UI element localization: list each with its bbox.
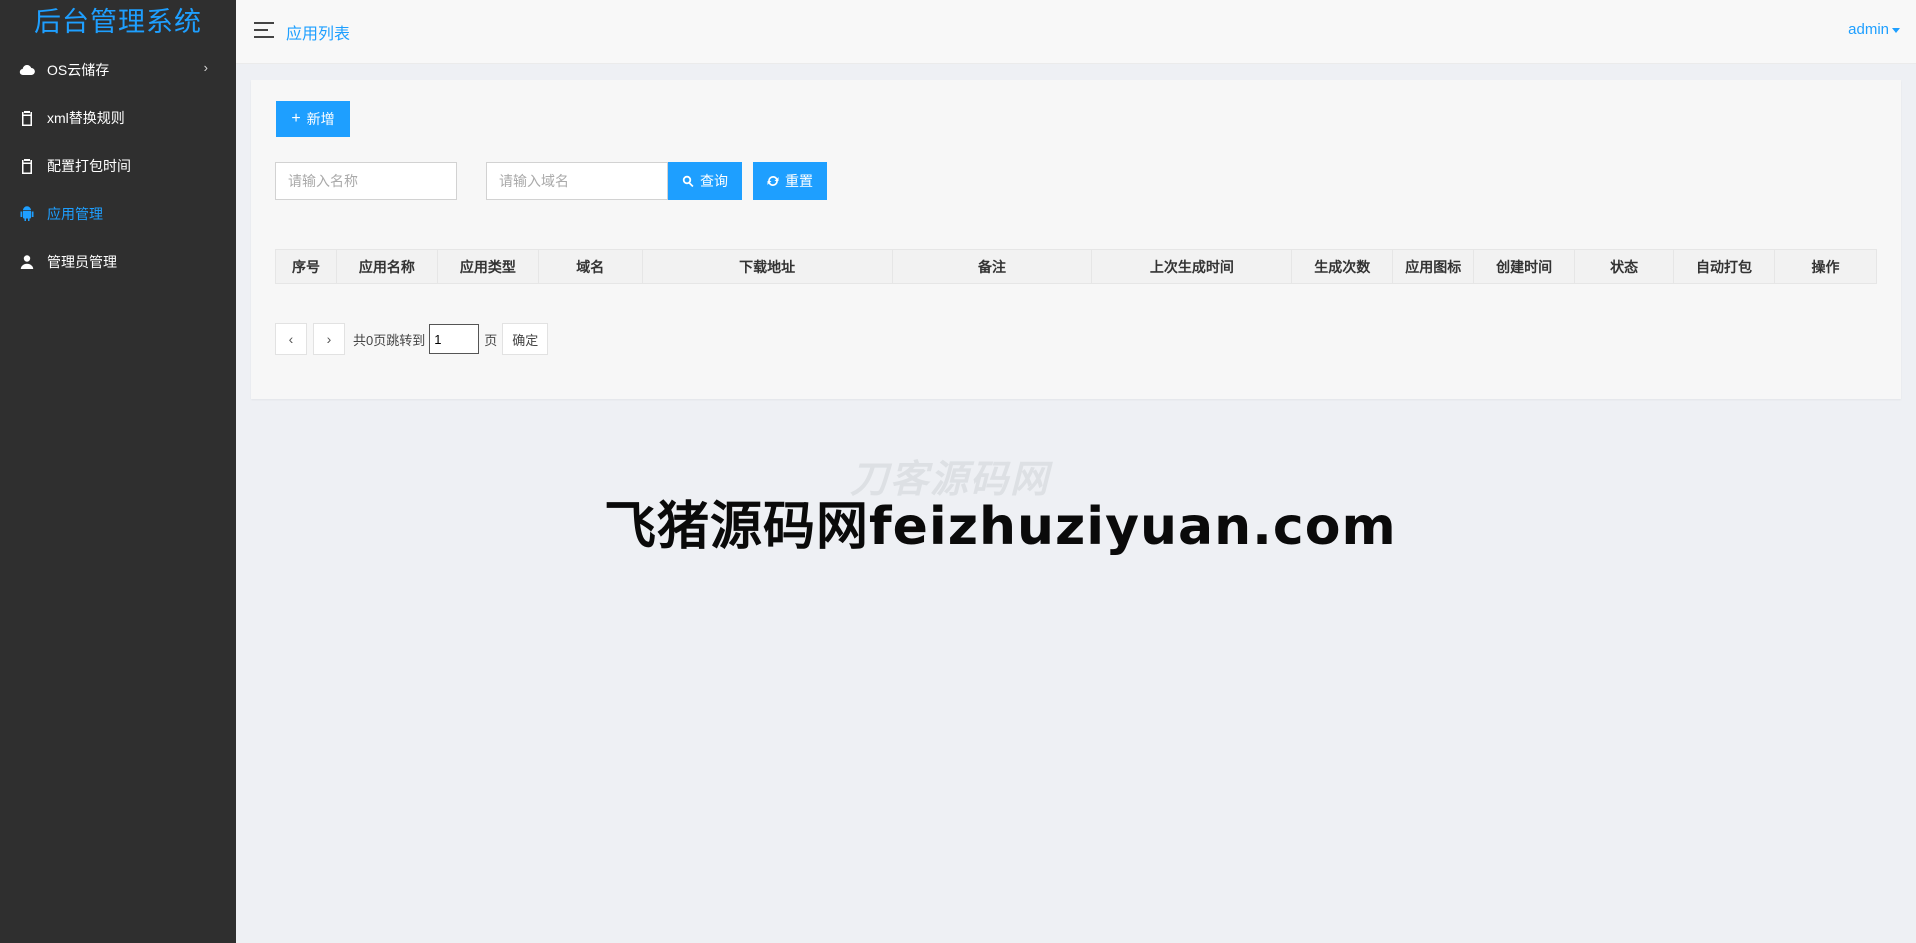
sidebar-item-label: 配置打包时间 — [47, 158, 131, 174]
sidebar-item-label: xml替换规则 — [47, 110, 125, 126]
sidebar-item-admin-management[interactable]: 管理员管理 — [0, 238, 236, 286]
sidebar-nav: OS云储存 › xml替换规则 配置打包时间 应用管理 管理员管理 — [0, 46, 236, 286]
add-button-label: 新增 — [306, 111, 335, 127]
name-search-input[interactable] — [275, 162, 457, 200]
search-button-label: 查询 — [700, 173, 728, 189]
column-header[interactable]: 备注 — [891, 249, 1093, 284]
column-header[interactable]: 状态 — [1574, 249, 1675, 284]
chevron-right-icon: › — [203, 60, 208, 75]
sidebar-item-os-storage[interactable]: OS云储存 › — [0, 46, 236, 94]
user-icon — [19, 254, 35, 270]
domain-search-input[interactable] — [486, 162, 668, 200]
table-header-row: 序号 应用名称 应用类型 域名 下载地址 备注 上次生成时间 生成次数 应用图标… — [275, 249, 1878, 284]
caret-down-icon — [1892, 27, 1900, 33]
user-menu[interactable]: admin — [1848, 21, 1900, 38]
column-header[interactable]: 应用名称 — [335, 249, 438, 284]
sidebar-item-label: 管理员管理 — [47, 254, 117, 270]
column-header[interactable]: 应用类型 — [436, 249, 539, 284]
prev-page-button[interactable]: ‹ — [275, 323, 307, 355]
sidebar-item-pack-time[interactable]: 配置打包时间 — [0, 142, 236, 190]
sidebar-item-xml-rules[interactable]: xml替换规则 — [0, 94, 236, 142]
column-header[interactable]: 序号 — [275, 249, 337, 284]
sidebar: 后台管理系统 OS云储存 › xml替换规则 配置打包时间 应用管理 管理员管理 — [0, 0, 236, 943]
plus-icon: + — [291, 110, 301, 127]
clipboard-icon — [19, 110, 35, 126]
user-name: admin — [1848, 21, 1889, 38]
watermark: 飞猪源码网feizhuziyuan.com — [604, 497, 1397, 557]
search-icon — [682, 175, 694, 187]
reset-button-label: 重置 — [785, 173, 813, 189]
header: 应用列表 admin — [236, 0, 1916, 64]
content-card: + 新增 查询 重置 序号 应用名称 应用类型 域名 下载地址 备注 上次生成时… — [251, 80, 1901, 399]
refresh-icon — [767, 176, 779, 186]
sidebar-item-label: 应用管理 — [47, 206, 103, 222]
clipboard-icon — [19, 158, 35, 174]
column-header[interactable]: 下载地址 — [641, 249, 893, 284]
page-total-text: 共0页跳转到 — [353, 332, 426, 348]
column-header[interactable]: 生成次数 — [1291, 249, 1394, 284]
android-icon — [19, 206, 35, 222]
reset-button[interactable]: 重置 — [753, 162, 827, 200]
column-header[interactable]: 自动打包 — [1673, 249, 1775, 284]
column-header[interactable]: 域名 — [537, 249, 643, 284]
cloud-icon — [19, 62, 35, 78]
pagination: ‹ › 共0页跳转到 页 确定 — [275, 323, 549, 355]
column-header[interactable]: 应用图标 — [1392, 249, 1475, 284]
column-header[interactable]: 操作 — [1773, 249, 1878, 284]
page-confirm-button[interactable]: 确定 — [502, 323, 549, 355]
sidebar-item-app-management[interactable]: 应用管理 — [0, 190, 236, 238]
menu-toggle-icon[interactable] — [254, 22, 274, 38]
app-table: 序号 应用名称 应用类型 域名 下载地址 备注 上次生成时间 生成次数 应用图标… — [275, 249, 1878, 284]
search-button[interactable]: 查询 — [668, 162, 742, 200]
page-unit-text: 页 — [484, 332, 498, 348]
column-header[interactable]: 创建时间 — [1473, 249, 1576, 284]
add-button[interactable]: + 新增 — [276, 101, 350, 137]
page-title: 应用列表 — [286, 26, 351, 43]
next-page-button[interactable]: › — [313, 323, 345, 355]
brand-title: 后台管理系统 — [34, 7, 202, 37]
sidebar-item-label: OS云储存 — [47, 62, 110, 78]
page-jump-input[interactable] — [429, 324, 480, 354]
column-header[interactable]: 上次生成时间 — [1091, 249, 1293, 284]
